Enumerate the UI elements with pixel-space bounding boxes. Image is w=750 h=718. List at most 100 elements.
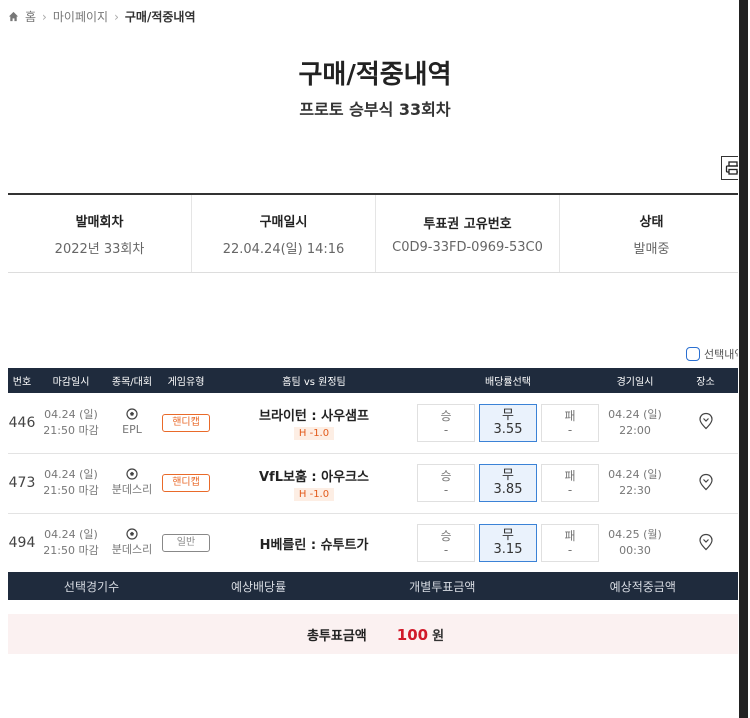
match-number: 446 [8,393,36,454]
odds-value: - [443,483,449,497]
odds-label: 패 [564,469,576,483]
column-header: 게임유형 [158,368,214,393]
odds-label: 승 [440,469,452,483]
odds-label: 승 [440,408,452,423]
league-name: 분데스리 [111,483,153,496]
teams: 브라이턴 : 사우샘프 H -1.0 [214,393,414,454]
odds-draw-button[interactable]: 무 3.55 [479,403,537,442]
odds-lose-button[interactable]: 패- [541,524,599,562]
game-type: 일반 [158,513,214,574]
deadline-date: 04.24 (일) [44,528,98,541]
deadline: 04.24 (일) 21:50 마감 [36,453,106,514]
odds-label: 패 [564,529,576,543]
odds-lose-button[interactable]: 패- [541,464,599,502]
summary-label: 발매회차 [75,214,124,230]
deadline: 04.24 (일) 21:50 마감 [36,393,106,454]
odds-selection: 승- 무 3.85 패- [414,453,602,514]
odds-value: 3.85 [493,482,523,497]
game-time: 00:30 [619,544,651,557]
summary-sale-round: 발매회차 2022년 33회차 [8,195,192,272]
table-row: 473 04.24 (일) 21:50 마감 분데스리 핸디캡 VfL보훔 : … [8,453,743,514]
odds-lose-button[interactable]: 패- [541,403,599,442]
odds-selection: 승- 무 3.15 패- [414,513,602,574]
location-pin-icon[interactable] [698,473,714,491]
location-pin-icon[interactable] [698,412,714,430]
deadline-date: 04.24 (일) [44,468,98,481]
summary-label: 상태 [639,214,664,230]
selection-toggle[interactable]: 선택내역 [686,346,744,362]
odds-label: 패 [564,408,576,423]
deadline-time: 21:50 마감 [43,544,99,557]
location-pin-icon[interactable] [698,533,714,551]
column-header: 번호 [8,368,36,393]
total-bet-amount: 100 [396,625,429,644]
deadline-date: 04.24 (일) [44,407,98,421]
column-header: 경기일시 [602,368,668,393]
game-type: 핸디캡 [158,453,214,514]
column-header: 장소 [668,368,743,393]
odds-draw-button[interactable]: 무 3.15 [479,524,537,562]
league-name: 분데스리 [111,543,153,556]
odds-win-button[interactable]: 승- [417,524,475,562]
column-header: 예상배당률 [175,572,343,600]
page-subtitle: 프로토 승부식 33회차 [299,100,451,119]
scrollbar-thumb[interactable] [739,0,748,718]
odds-draw-button[interactable]: 무 3.85 [479,464,537,502]
deadline-time: 21:50 마감 [43,484,99,497]
summary-value: 2022년 33회차 [54,241,145,257]
match-table-header: 번호 마감일시 종목/대회 게임유형 홈팀 vs 원정팀 배당률선택 경기일시 … [8,368,743,393]
odds-value: 3.15 [493,542,523,557]
location [668,393,743,454]
home-icon[interactable] [8,11,19,22]
game-date: 04.25 (월) [608,528,662,541]
odds-label: 무 [502,528,514,543]
game-datetime: 04.24 (일) 22:00 [602,393,668,454]
handicap-badge: H -1.0 [293,487,335,501]
location [668,513,743,574]
game-type-badge: 핸디캡 [162,474,210,492]
odds-value: - [567,422,573,437]
table-row: 446 04.24 (일) 21:50 마감 EPL 핸디캡 브라이턴 : 사우… [8,393,743,454]
soccer-ball-icon [126,528,138,540]
scrollbar[interactable] [738,0,750,718]
total-bet-unit: 원 [432,628,445,644]
summary-purchase-date: 구매일시 22.04.24(일) 14:16 [192,195,376,272]
odds-win-button[interactable]: 승- [417,464,475,502]
game-datetime: 04.24 (일) 22:30 [602,453,668,514]
teams: VfL보훔 : 아우크스 H -1.0 [214,453,414,514]
total-bet-label: 총투표금액 [306,628,367,644]
match-table: 번호 마감일시 종목/대회 게임유형 홈팀 vs 원정팀 배당률선택 경기일시 … [8,368,743,574]
team-names: H베를린 : 슈투트가 [259,537,369,553]
table-row: 494 04.24 (일) 21:50 마감 분데스리 일반 H베를린 : 슈투… [8,513,743,574]
location [668,453,743,514]
soccer-ball-icon [126,408,138,420]
odds-value: - [443,543,449,557]
odds-label: 무 [502,468,514,483]
match-number: 473 [8,453,36,514]
column-header: 종목/대회 [106,368,158,393]
breadcrumb-mypage[interactable]: 마이페이지 [53,8,108,25]
summary-value: 발매중 [633,241,670,257]
breadcrumb: 홈 › 마이페이지 › 구매/적중내역 [8,8,196,25]
game-type-badge: 핸디캡 [162,413,210,432]
team-names: VfL보훔 : 아우크스 [258,469,369,485]
column-header: 예상적중금액 [542,572,743,600]
sport-league: 분데스리 [106,453,158,514]
breadcrumb-current: 구매/적중내역 [124,10,196,24]
teams: H베를린 : 슈투트가 [214,513,414,574]
total-bet-bar: 총투표금액 100 원 [8,614,743,654]
team-names: 브라이턴 : 사우샘프 [259,409,369,425]
selection-checkbox[interactable] [686,347,700,361]
game-datetime: 04.25 (월) 00:30 [602,513,668,574]
summary-label: 구매일시 [259,214,308,230]
summary-ticket-id: 투표권 고유번호 C0D9-33FD-0969-53C0 [376,195,560,272]
league-name: EPL [122,422,142,436]
breadcrumb-separator: › [114,9,119,24]
deadline: 04.24 (일) 21:50 마감 [36,513,106,574]
breadcrumb-home[interactable]: 홈 [25,8,36,25]
odds-win-button[interactable]: 승- [417,403,475,442]
odds-value: 3.55 [493,421,523,437]
match-number: 494 [8,513,36,574]
odds-value: - [567,543,573,557]
summary-value: C0D9-33FD-0969-53C0 [392,239,543,255]
